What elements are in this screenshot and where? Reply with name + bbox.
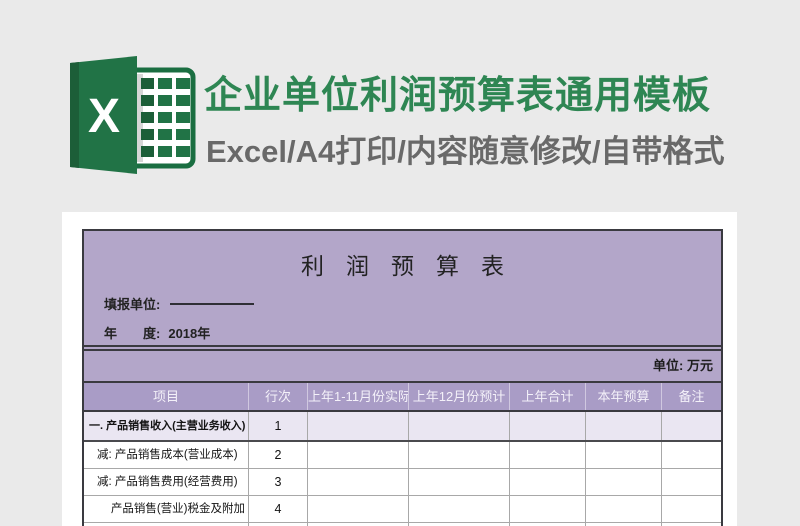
empty-cell [586,442,662,468]
sheet-title: 利润预算表 [301,253,526,279]
col-header-remarks: 备注 [678,389,705,404]
empty-cell [662,412,721,440]
empty-cell [510,442,586,468]
hero-banner: X 企业单位利润预算表通用模板 Excel/A4打印/内容随意修改/自带格式 [0,0,800,200]
row-line-no: 4 [249,496,308,522]
empty-cell [662,496,721,522]
empty-cell [308,496,409,522]
row-line-no: 3 [249,469,308,495]
table-row: 一. 产品销售收入(主营业务收入) 1 [84,410,721,442]
empty-cell [409,496,510,522]
report-unit-line: 填报单位: [104,296,721,314]
empty-cell [510,412,586,440]
unit-note: 单位: 万元 [653,358,713,373]
empty-cell [586,496,662,522]
col-header-item: 项目 [84,383,249,410]
row-label: 产品销售(营业)税金及附加 [84,496,249,522]
profit-budget-table: 利润预算表 填报单位: 年 度: 2018年 单位: 万元 项目 行次 上年1-1… [82,229,723,526]
table-row: 产品销售(营业)税金及附加 4 [84,496,721,523]
empty-cell [308,412,409,440]
empty-cell [409,412,510,440]
empty-cell [409,469,510,495]
empty-cell [586,469,662,495]
unit-note-row: 单位: 万元 [84,351,721,381]
row-label: 减: 产品销售费用(经营费用) [84,469,249,495]
table-header-row: 项目 行次 上年1-11月份实际 上年12月份预计 上年合计 本年预算 备注 [84,381,721,410]
year-label: 年 度: [104,326,161,341]
year-value: 2018年 [168,326,211,341]
excel-logo-icon: X [70,56,196,174]
col-header-line-no: 行次 [249,383,308,410]
row-line-no: 1 [249,412,308,440]
page: { "header": { "logo_letter": "X", "title… [0,0,800,526]
table-row: 减: 产品销售费用(经营费用) 3 [84,469,721,496]
excel-x-letter: X [88,90,120,143]
empty-cell [308,469,409,495]
empty-cell [510,496,586,522]
table-title-section: 利润预算表 填报单位: 年 度: 2018年 [84,231,721,345]
report-unit-label: 填报单位: [104,297,161,312]
banner-title: 企业单位利润预算表通用模板 [204,75,712,117]
row-label: 减: 产品销售成本(营业成本) [84,442,249,468]
col-header-this-year: 本年预算 [586,383,662,410]
year-line: 年 度: 2018年 [104,325,721,343]
empty-cell [308,442,409,468]
template-preview-card: 利润预算表 填报单位: 年 度: 2018年 单位: 万元 项目 行次 上年1-1… [62,212,737,526]
empty-cell [586,412,662,440]
empty-cell [662,469,721,495]
empty-cell [662,442,721,468]
col-header-prev-dec: 上年12月份预计 [409,383,510,410]
row-line-no: 2 [249,442,308,468]
empty-cell [409,442,510,468]
row-label: 一. 产品销售收入(主营业务收入) [84,412,249,440]
empty-cell [510,469,586,495]
table-row: 减: 产品销售成本(营业成本) 2 [84,442,721,469]
report-unit-blank-line [170,303,255,305]
banner-subtitle: Excel/A4打印/内容随意修改/自带格式 [206,134,725,169]
col-header-prev-total: 上年合计 [510,383,586,410]
col-header-prev-jan-nov: 上年1-11月份实际 [308,383,409,410]
